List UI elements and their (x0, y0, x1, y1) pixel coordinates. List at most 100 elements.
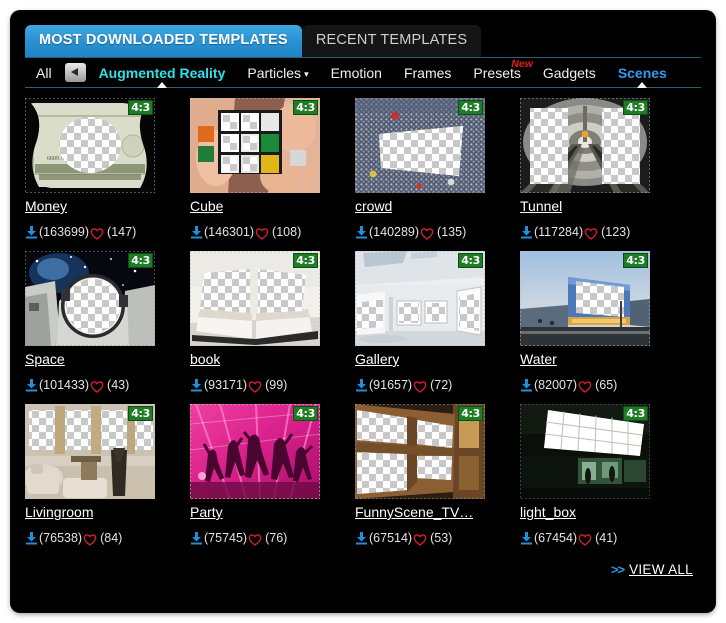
template-card-book: 4:3 book (93171) (99) (190, 251, 355, 393)
template-title-link[interactable]: Water (520, 351, 557, 367)
template-card-party: 4:3 Party (75745) (76) (190, 404, 355, 546)
like-count: (43) (107, 378, 130, 392)
template-row: 4:3 Livingroom (76538) (84) 4:3 Party (7… (25, 404, 701, 557)
template-stats: (82007) (65) (520, 378, 685, 393)
templates-window: MOST DOWNLOADED TEMPLATES RECENT TEMPLATE… (11, 11, 715, 612)
like-count: (135) (437, 225, 467, 239)
template-stats: (117284) (123) (520, 225, 685, 240)
aspect-ratio-badge: 4:3 (128, 100, 153, 115)
template-thumbnail[interactable]: 4:3 (25, 404, 155, 499)
aspect-ratio-badge: 4:3 (623, 253, 648, 268)
like-count: (123) (601, 225, 631, 239)
template-title-link[interactable]: Space (25, 351, 65, 367)
heart-icon (90, 227, 104, 240)
download-icon (190, 531, 203, 545)
like-count: (147) (107, 225, 137, 239)
tab-recent-templates[interactable]: RECENT TEMPLATES (301, 25, 482, 57)
template-thumbnail[interactable]: 4:3 (190, 251, 320, 346)
category-gadgets[interactable]: Gadgets (532, 59, 607, 87)
like-count: (108) (272, 225, 302, 239)
template-title-link[interactable]: Money (25, 198, 67, 214)
template-thumbnail[interactable]: 4:3 (520, 404, 650, 499)
template-title-link[interactable]: Tunnel (520, 198, 562, 214)
aspect-ratio-badge: 4:3 (293, 406, 318, 421)
like-count: (99) (265, 378, 288, 392)
download-icon (355, 531, 368, 545)
download-icon (355, 225, 368, 239)
template-thumbnail[interactable]: 6609 A 4:3 (25, 98, 155, 193)
heart-icon (248, 380, 262, 393)
template-thumbnail[interactable]: 4:3 (190, 404, 320, 499)
heart-icon (255, 227, 269, 240)
template-title-link[interactable]: Livingroom (25, 504, 93, 520)
like-count: (41) (595, 531, 618, 545)
template-card-water: 4:3 Water (82007) (65) (520, 251, 685, 393)
template-title-link[interactable]: Cube (190, 198, 223, 214)
heart-icon (413, 533, 427, 546)
heart-icon (578, 533, 592, 546)
like-count: (72) (430, 378, 453, 392)
download-count: (75745) (204, 531, 248, 545)
aspect-ratio-badge: 4:3 (128, 406, 153, 421)
heart-icon (420, 227, 434, 240)
category-all[interactable]: All (25, 59, 63, 87)
template-stats: (146301) (108) (190, 225, 355, 240)
category-frames[interactable]: Frames (393, 59, 462, 87)
template-thumbnail[interactable]: 4:3 (520, 98, 650, 193)
heart-icon (90, 380, 104, 393)
template-thumbnail[interactable]: 4:3 (190, 98, 320, 193)
template-thumbnail[interactable]: 4:3 (25, 251, 155, 346)
template-row: 6609 A 4:3 Money (163699) (147) 4:3 Cube… (25, 98, 701, 251)
category-scenes[interactable]: Scenes (607, 59, 678, 88)
template-card-cube: 4:3 Cube (146301) (108) (190, 98, 355, 240)
download-icon (520, 225, 533, 239)
template-title-link[interactable]: crowd (355, 198, 392, 214)
template-stats: (140289) (135) (355, 225, 520, 240)
active-category-marker (637, 82, 648, 88)
template-thumbnail[interactable]: 4:3 (355, 251, 485, 346)
template-stats: (67454) (41) (520, 531, 685, 546)
template-stats: (75745) (76) (190, 531, 355, 546)
template-thumbnail[interactable]: 4:3 (520, 251, 650, 346)
template-thumbnail[interactable]: 4:3 (355, 404, 485, 499)
template-stats: (76538) (84) (25, 531, 190, 546)
category-emotion[interactable]: Emotion (320, 59, 393, 87)
template-title-link[interactable]: Gallery (355, 351, 399, 367)
heart-icon (83, 533, 97, 546)
template-title-link[interactable]: Party (190, 504, 223, 520)
category-label: Gadgets (542, 65, 596, 81)
like-count: (84) (100, 531, 123, 545)
template-grid: 6609 A 4:3 Money (163699) (147) 4:3 Cube… (25, 98, 701, 557)
template-thumbnail[interactable]: 4:3 (355, 98, 485, 193)
category-augmented-reality[interactable]: Augmented Reality (88, 59, 237, 88)
download-count: (101433) (39, 378, 90, 392)
view-all-link[interactable]: VIEW ALL (629, 562, 693, 577)
category-particles[interactable]: Particles ▾ (236, 59, 319, 89)
tab-bar: MOST DOWNLOADED TEMPLATES RECENT TEMPLATE… (25, 25, 715, 57)
template-stats: (163699) (147) (25, 225, 190, 240)
template-card-money: 6609 A 4:3 Money (163699) (147) (25, 98, 190, 240)
category-presets[interactable]: Presets New (462, 58, 532, 87)
aspect-ratio-badge: 4:3 (293, 100, 318, 115)
template-title-link[interactable]: book (190, 351, 220, 367)
template-stats: (93171) (99) (190, 378, 355, 393)
aspect-ratio-badge: 4:3 (293, 253, 318, 268)
template-title-link[interactable]: light_box (520, 504, 576, 520)
template-title-link[interactable]: FunnyScene_TV… (355, 504, 473, 520)
aspect-ratio-badge: 4:3 (458, 253, 483, 268)
template-card-gallery: 4:3 Gallery (91657) (72) (355, 251, 520, 393)
download-icon (520, 531, 533, 545)
download-count: (93171) (204, 378, 248, 392)
tab-most-downloaded-templates[interactable]: MOST DOWNLOADED TEMPLATES (25, 25, 302, 57)
chevron-down-icon: ▾ (304, 69, 309, 79)
download-count: (140289) (369, 225, 420, 239)
heart-icon (584, 227, 598, 240)
download-icon (190, 378, 203, 392)
like-count: (65) (595, 378, 618, 392)
download-count: (67514) (369, 531, 413, 545)
template-stats: (91657) (72) (355, 378, 520, 393)
download-icon (190, 225, 203, 239)
category-label: Emotion (330, 65, 382, 81)
heart-icon (248, 533, 262, 546)
chevron-left-icon[interactable] (64, 63, 86, 82)
